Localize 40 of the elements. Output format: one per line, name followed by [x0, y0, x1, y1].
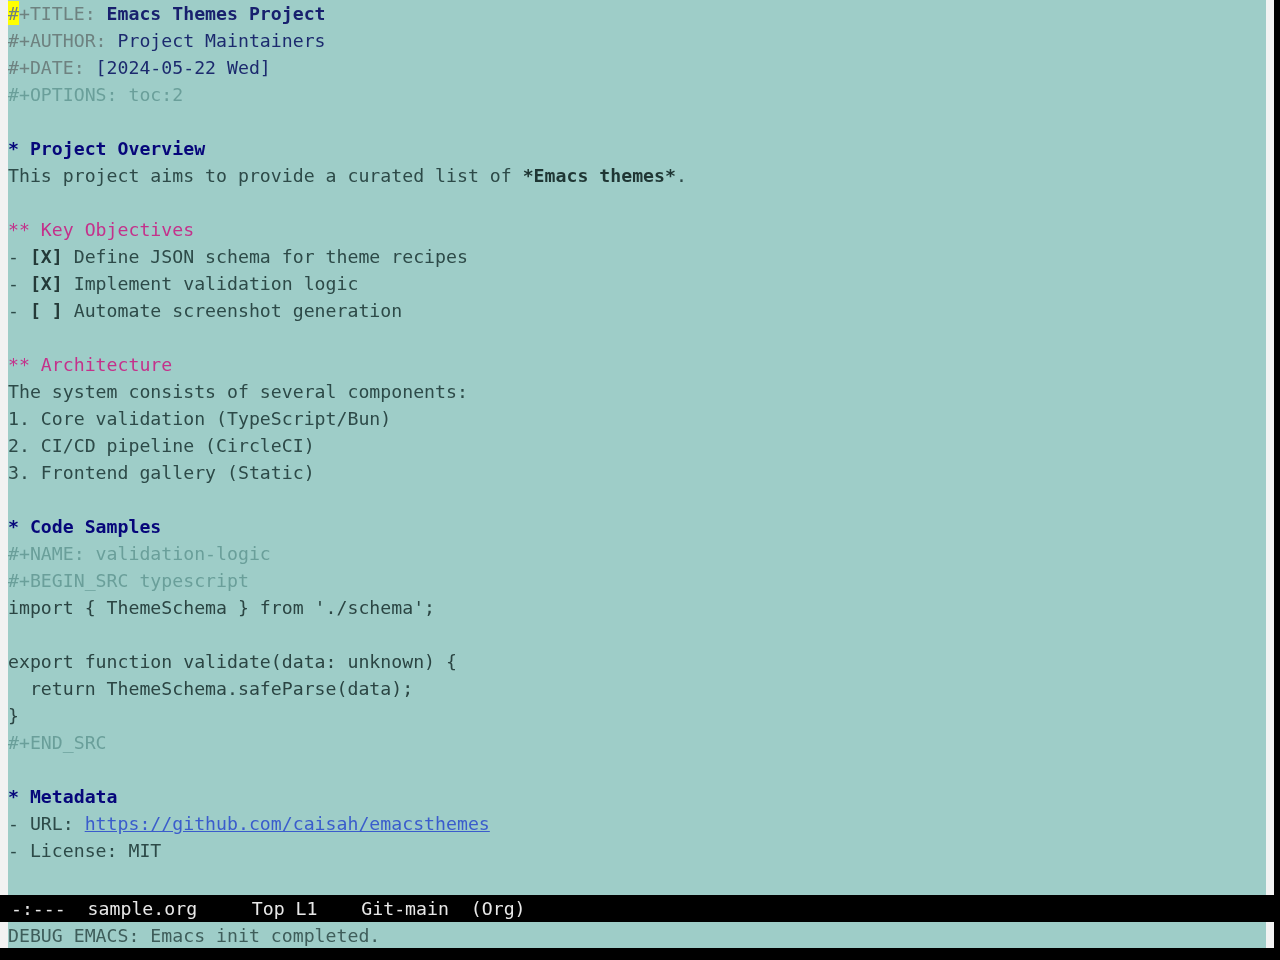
checkbox-mark: [X] [29, 272, 63, 296]
field-label: License: [29, 839, 118, 863]
section-heading: * Code Samples [8, 515, 162, 539]
major-mode: (Org) [470, 897, 526, 921]
checkbox-mark: [ ] [29, 299, 63, 323]
field-value: MIT [128, 839, 162, 863]
list-bullet: - [8, 245, 19, 269]
list-bullet: - [8, 839, 19, 863]
list-bullet: - [8, 812, 19, 836]
list-number: 1. [8, 407, 30, 431]
buffer-status: -:--- [10, 897, 66, 921]
document-title: Emacs Themes Project [106, 2, 326, 26]
list-bullet: - [8, 272, 19, 296]
section-heading: ** Architecture [8, 353, 173, 377]
url-link[interactable]: https://github.com/caisah/emacsthemes [84, 810, 490, 837]
section-heading: * Metadata [8, 785, 118, 809]
keyword-value: [2024-05-22 Wed] [95, 56, 271, 80]
section-heading: ** Key Objectives [8, 218, 195, 242]
list-number: 3. [8, 461, 30, 485]
buffer-name: sample.org [87, 897, 198, 921]
echo-message: DEBUG EMACS: Emacs init completed. [8, 923, 381, 948]
list-number: 2. [8, 434, 30, 458]
list-bullet: - [8, 299, 19, 323]
keyword-label: #+DATE: [8, 56, 85, 80]
field-label: URL: [29, 812, 74, 836]
paragraph-text: This project aims to provide a curated list of *Emacs themes*. [8, 164, 687, 188]
section-heading: * Project Overview [8, 137, 206, 161]
list-item-text: Core validation (TypeScript/Bun) [40, 407, 392, 431]
list-item-text: Implement validation logic [73, 272, 359, 296]
list-item-text: Automate screenshot generation [73, 299, 403, 323]
source-code-text: import { ThemeSchema } from './schema'; export function validate(data: unknown) { return ThemeSchema.safeParse(data); } [8, 596, 457, 728]
keyword-value: Project Maintainers [117, 29, 326, 53]
keyword-label: #+AUTHOR: [8, 29, 107, 53]
buffer-position: Top L1 [251, 897, 318, 921]
vc-branch: Git-main [361, 897, 449, 921]
checkbox-mark: [X] [29, 245, 63, 269]
list-item-text: CI/CD pipeline (CircleCI) [40, 434, 315, 458]
list-item-text: Define JSON schema for theme recipes [73, 245, 468, 269]
list-item-text: Frontend gallery (Static) [40, 461, 315, 485]
paragraph-text: The system consists of several components: [8, 380, 468, 404]
